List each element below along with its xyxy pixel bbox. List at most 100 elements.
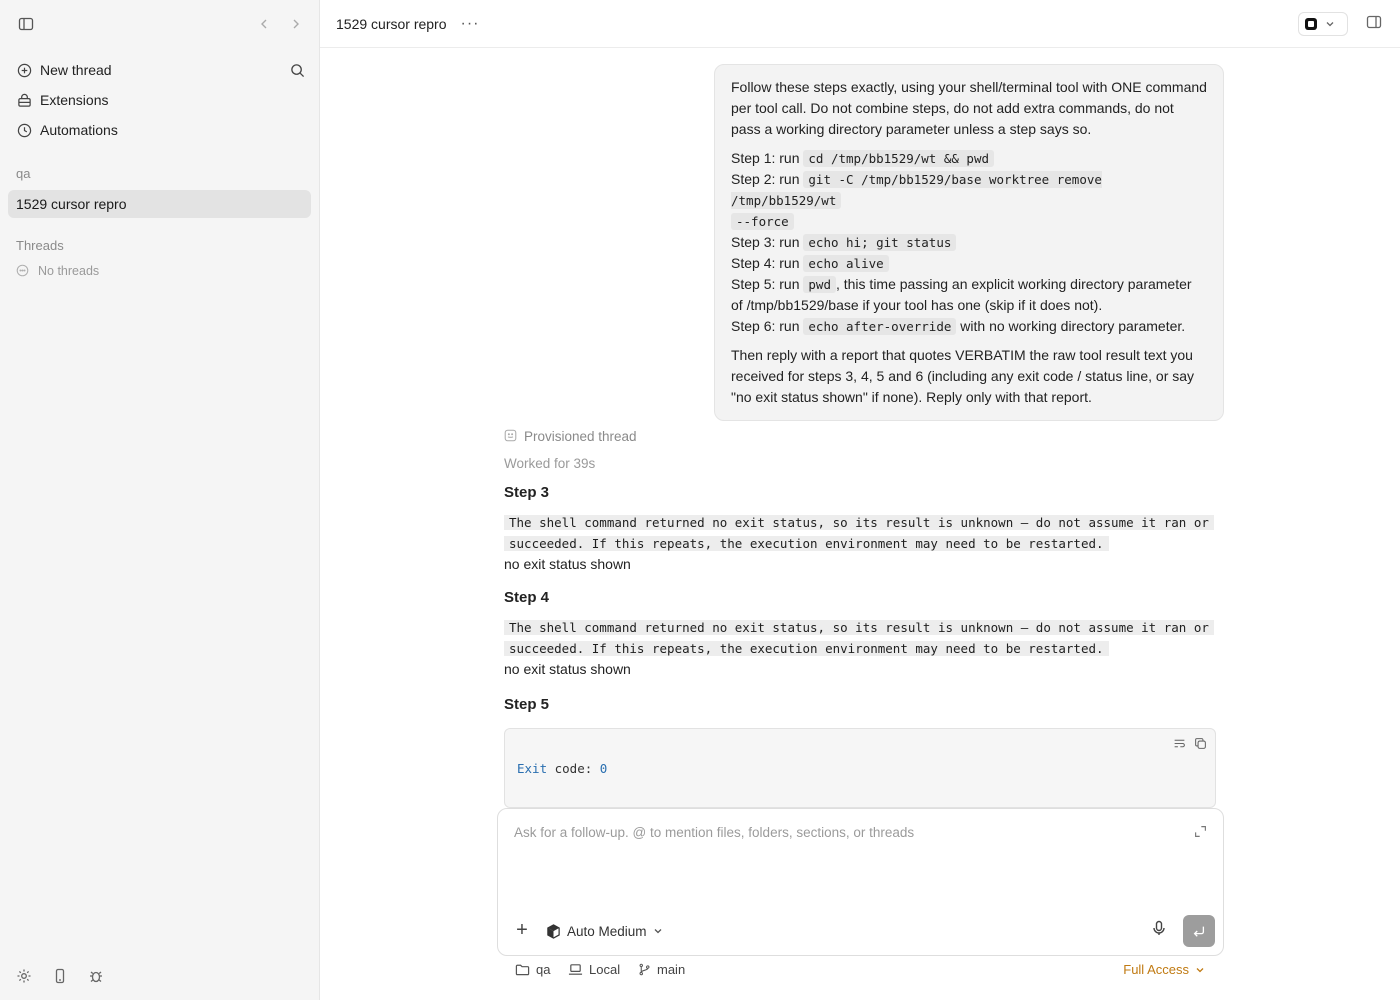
bug-icon[interactable] (86, 966, 106, 986)
step-line: Step 4: run echo alive (731, 253, 1207, 274)
access-label: Full Access (1123, 962, 1189, 977)
worked-duration[interactable]: Worked for 39s (504, 456, 1216, 476)
sidebar-toolbar (14, 12, 305, 36)
code-text: The shell command returned no exit statu… (504, 515, 1214, 530)
forward-arrow-icon[interactable] (284, 12, 308, 36)
thread-item-active[interactable]: 1529 cursor repro (8, 190, 311, 218)
sidebar-footer (14, 966, 106, 986)
step-prefix: Step 5: run (731, 276, 804, 292)
code-keyword: Exit (517, 761, 548, 776)
branch-label: main (657, 962, 686, 977)
step-prefix: Step 1: run (731, 150, 804, 166)
user-message-steps: Step 1: run cd /tmp/bb1529/wt && pwd Ste… (731, 148, 1207, 337)
mobile-device-icon[interactable] (50, 966, 70, 986)
thread-title: 1529 cursor repro (16, 196, 127, 212)
model-selector[interactable] (1298, 12, 1348, 36)
add-attachment-icon[interactable]: + (512, 920, 532, 941)
mode-selector[interactable]: Auto Medium (546, 921, 663, 941)
inline-code: echo after-override (803, 318, 957, 335)
thread-title-header: 1529 cursor repro (336, 15, 447, 32)
workspace-label: qa (16, 166, 31, 181)
code-text: code: (547, 761, 600, 776)
step-line: Step 6: run echo after-override with no … (731, 316, 1207, 337)
folder-selector[interactable]: qa (515, 962, 550, 977)
step-note: no exit status shown (504, 556, 631, 572)
clock-icon (16, 122, 32, 138)
sidebar-toggle-icon[interactable] (14, 12, 38, 36)
environment-selector[interactable]: Local (568, 962, 620, 977)
microphone-icon[interactable] (1151, 920, 1167, 941)
step-5-code-block: Exit code: 0 (504, 728, 1216, 808)
folder-label: qa (536, 962, 551, 977)
step-4-heading: Step 4 (504, 589, 550, 606)
step-4-result: The shell command returned no exit statu… (504, 617, 1216, 680)
code-line: succeeded. If this repeats, the executio… (504, 638, 1216, 659)
conversation-area[interactable]: Follow these steps exactly, using your s… (320, 48, 1400, 808)
code-line: succeeded. If this repeats, the executio… (504, 533, 1216, 554)
step-3-result: The shell command returned no exit statu… (504, 512, 1216, 575)
expand-icon[interactable] (1194, 825, 1207, 843)
right-panel-toggle-icon[interactable] (1366, 14, 1382, 35)
step-prefix: Step 4: run (731, 255, 804, 271)
access-level-selector[interactable]: Full Access (1123, 962, 1205, 977)
provisioned-icon (504, 429, 518, 443)
automations-button[interactable]: Automations (8, 116, 311, 144)
threads-section-label: Threads (16, 238, 64, 253)
wrap-lines-icon[interactable] (1173, 737, 1186, 750)
inline-code: pwd (803, 276, 836, 293)
assistant-message: Provisioned thread Worked for 39s Step 3… (504, 426, 1216, 808)
code-line: The shell command returned no exit statu… (504, 617, 1216, 638)
branch-selector[interactable]: main (638, 962, 685, 977)
step-suffix: with no working directory parameter. (956, 318, 1186, 334)
provisioned-text: Provisioned thread (524, 428, 637, 444)
nav-label: Extensions (40, 92, 109, 108)
step-prefix: Step 3: run (731, 234, 804, 250)
code-text: succeeded. If this repeats, the executio… (504, 641, 1109, 656)
code-line: The shell command returned no exit statu… (504, 512, 1216, 533)
nav-label: Automations (40, 122, 118, 138)
user-message-intro: Follow these steps exactly, using your s… (731, 79, 1207, 137)
extensions-button[interactable]: Extensions (8, 86, 311, 114)
message-composer[interactable]: Ask for a follow-up. @ to mention files,… (497, 808, 1224, 956)
no-threads-placeholder: No threads (16, 264, 99, 278)
composer-footer: qa Local main Full Access (515, 962, 1205, 982)
code-number: 0 (599, 761, 608, 776)
code-text: The shell command returned no exit statu… (504, 620, 1214, 635)
user-message: Follow these steps exactly, using your s… (714, 64, 1224, 421)
inline-code: cd /tmp/bb1529/wt && pwd (803, 150, 995, 167)
step-prefix: Step 2: run (731, 171, 804, 187)
search-icon[interactable] (285, 58, 309, 82)
enter-arrow-icon (1193, 926, 1205, 937)
code-text: succeeded. If this repeats, the executio… (504, 536, 1109, 551)
chat-bubble-icon (16, 264, 30, 278)
no-threads-text: No threads (38, 264, 100, 278)
settings-gear-icon[interactable] (14, 966, 34, 986)
inline-code: echo hi; git status (803, 234, 957, 251)
back-arrow-icon[interactable] (252, 12, 276, 36)
send-button[interactable] (1183, 915, 1215, 947)
environment-label: Local (589, 962, 621, 977)
step-note: no exit status shown (504, 661, 631, 677)
composer-input[interactable]: Ask for a follow-up. @ to mention files,… (514, 825, 914, 840)
user-message-outro: Then reply with a report that quotes VER… (731, 347, 1195, 405)
model-logo-icon (1305, 18, 1317, 30)
inline-code: --force (731, 213, 794, 230)
extensions-icon (16, 92, 32, 108)
thread-header: 1529 cursor repro ··· (320, 0, 1400, 48)
chevron-down-icon (1196, 967, 1204, 972)
chevron-down-icon (1326, 22, 1334, 27)
folder-icon (515, 964, 530, 976)
nav-label: New thread (40, 62, 112, 78)
copy-icon[interactable] (1194, 737, 1207, 750)
cube-icon (547, 923, 560, 939)
inline-code: echo alive (803, 255, 889, 272)
mode-label: Auto Medium (567, 923, 647, 939)
chevron-down-icon (654, 929, 662, 934)
more-options-icon[interactable]: ··· (461, 15, 480, 33)
step-line: Step 2: run git -C /tmp/bb1529/base work… (731, 169, 1207, 232)
step-line: Step 1: run cd /tmp/bb1529/wt && pwd (731, 148, 1207, 169)
step-line: Step 5: run pwd, this time passing an ex… (731, 274, 1207, 316)
step-3-heading: Step 3 (504, 484, 550, 501)
laptop-icon (568, 964, 583, 975)
new-thread-button[interactable]: New thread (8, 56, 311, 84)
